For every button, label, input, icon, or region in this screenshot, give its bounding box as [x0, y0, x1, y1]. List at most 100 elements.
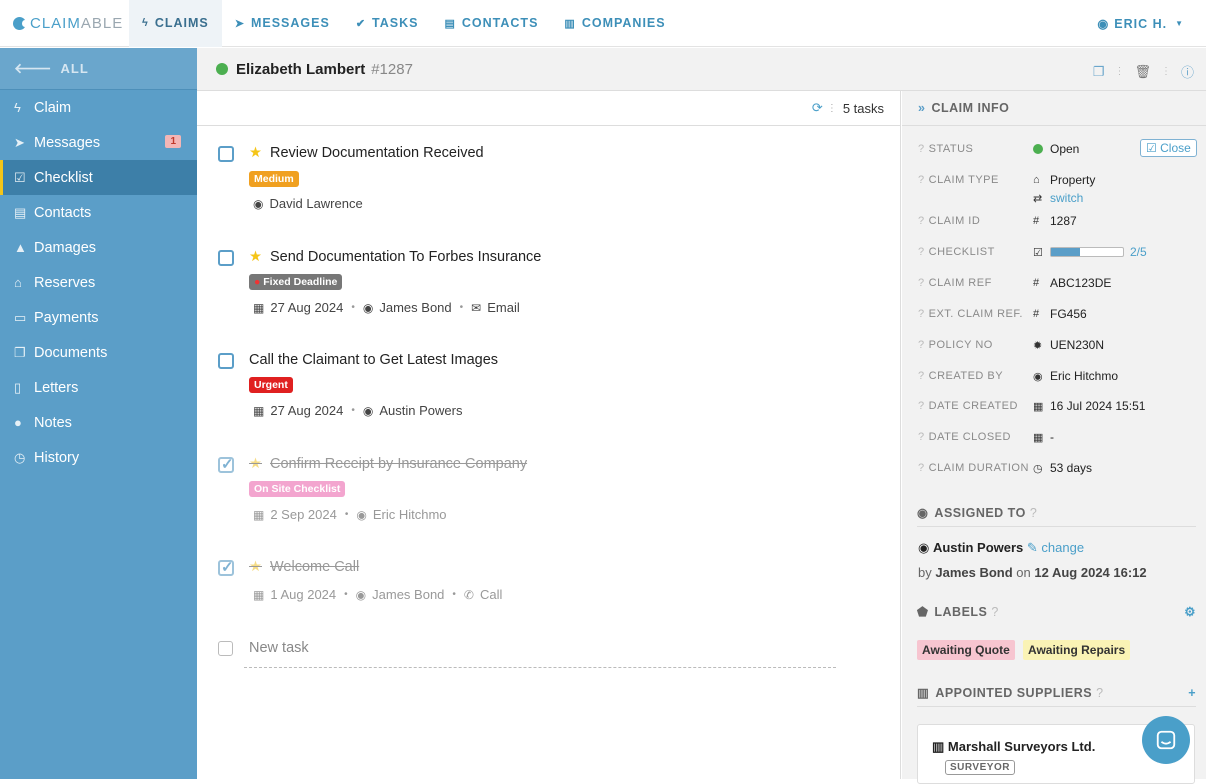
sidebar-item-reserves[interactable]: ⌂ Reserves: [0, 265, 197, 300]
nav-messages[interactable]: ➤ MESSAGES: [222, 0, 343, 47]
task-title[interactable]: ★ Review Documentation Received: [249, 145, 484, 161]
sidebar-item-contacts[interactable]: ▤ Contacts: [0, 195, 197, 230]
assigned-by-name: James Bond: [935, 565, 1013, 580]
sidebar-item-claim[interactable]: ϟ Claim: [0, 90, 197, 125]
user-menu[interactable]: ◉ ERIC H. ▼: [1097, 0, 1184, 47]
task-assignee[interactable]: Austin Powers: [379, 403, 462, 418]
change-label: change: [1041, 540, 1085, 555]
priority-tag: Medium: [249, 171, 299, 187]
task-assignee[interactable]: David Lawrence: [269, 196, 362, 211]
gear-icon[interactable]: ⚙: [1184, 604, 1196, 619]
logo[interactable]: CLAIM ABLE: [0, 0, 129, 47]
envelope-icon: ✉: [471, 300, 482, 315]
sidebar-all-link[interactable]: 🡐 ALL: [0, 48, 197, 90]
user-circle-icon: ◉: [1033, 370, 1043, 383]
star-icon[interactable]: ★: [249, 249, 262, 265]
sidebar-item-documents[interactable]: ❐ Documents: [0, 335, 197, 370]
field-label-text: POLICY NO: [928, 339, 993, 351]
hash-icon: #: [1033, 215, 1040, 227]
task-assignee[interactable]: Eric Hitchmo: [373, 507, 447, 522]
help-icon[interactable]: ?: [918, 143, 925, 155]
sidebar-item-checklist[interactable]: ☑ Checklist: [0, 160, 197, 195]
sidebar-item-label: History: [34, 449, 80, 466]
star-icon[interactable]: ★: [249, 456, 262, 472]
sidebar-item-label: Claim: [34, 99, 72, 116]
claim-id-row: ? CLAIM ID #1287: [918, 214, 1198, 228]
shuffle-icon[interactable]: ⇄: [1033, 192, 1050, 205]
nav-tasks[interactable]: ✔ TASKS: [343, 0, 432, 47]
help-icon[interactable]: ?: [918, 215, 925, 227]
checklist-progress-text[interactable]: 2/5: [1130, 245, 1147, 259]
user-name: ERIC H.: [1114, 16, 1168, 31]
new-task-input[interactable]: New task: [249, 640, 309, 656]
new-task-underline: [244, 667, 836, 668]
task-date[interactable]: 1 Aug 2024: [270, 587, 336, 602]
task-meta: ▦ 2 Sep 2024 • ◉ Eric Hitchmo: [253, 507, 447, 522]
help-icon[interactable]: ?: [918, 462, 925, 474]
nav-companies[interactable]: ▥ COMPANIES: [551, 0, 678, 47]
info-icon[interactable]: ⓘ: [1181, 62, 1194, 81]
sidebar-item-notes[interactable]: ● Notes: [0, 405, 197, 440]
task-title[interactable]: Call the Claimant to Get Latest Images: [249, 352, 498, 368]
sidebar-item-letters[interactable]: ▯ Letters: [0, 370, 197, 405]
help-icon[interactable]: ?: [918, 277, 925, 289]
star-icon[interactable]: ★: [249, 559, 262, 575]
change-assignee-link[interactable]: ✎ change: [1027, 540, 1084, 555]
refresh-icon[interactable]: ⟳: [812, 100, 823, 116]
task-date[interactable]: 27 Aug 2024: [270, 300, 343, 315]
label-chip[interactable]: Awaiting Quote: [917, 640, 1015, 660]
task-checkbox[interactable]: [218, 353, 234, 369]
task-title[interactable]: ★ Confirm Receipt by Insurance Company: [249, 456, 527, 472]
task-checkbox-checked[interactable]: [218, 558, 234, 576]
sidebar-item-messages[interactable]: ➤ Messages 1: [0, 125, 197, 160]
help-icon[interactable]: ?: [1096, 686, 1103, 700]
logo-text-bold: CLAIM: [30, 14, 81, 32]
trash-icon[interactable]: 🗑: [1134, 64, 1151, 80]
task-title[interactable]: ★ Welcome Call: [249, 559, 359, 575]
field-label: ? CREATED BY: [918, 370, 1033, 382]
nav-label: COMPANIES: [581, 16, 666, 30]
help-icon[interactable]: ?: [918, 308, 925, 320]
suppliers-title: APPOINTED SUPPLIERS: [935, 685, 1093, 700]
task-assignee[interactable]: James Bond: [379, 300, 451, 315]
help-icon[interactable]: ?: [1030, 506, 1037, 520]
help-icon[interactable]: ?: [991, 605, 998, 619]
task-checkbox-checked[interactable]: [218, 455, 234, 473]
calendar-icon: ▦: [1033, 431, 1044, 444]
file-icon: ▯: [14, 379, 22, 395]
task-checkbox[interactable]: [218, 250, 234, 266]
double-chevron-right-icon[interactable]: »: [918, 101, 925, 115]
task-title[interactable]: ★ Send Documentation To Forbes Insurance: [249, 249, 541, 265]
sidebar-item-payments[interactable]: ▭ Payments: [0, 300, 197, 335]
assigned-title: ASSIGNED TO: [934, 505, 1026, 520]
star-icon[interactable]: ★: [249, 145, 262, 161]
paper-plane-icon: ➤: [14, 134, 25, 150]
checklist-tag: On Site Checklist: [249, 481, 346, 497]
help-icon[interactable]: ?: [918, 370, 925, 382]
duplicate-icon[interactable]: ❐: [1093, 64, 1105, 80]
help-icon[interactable]: ?: [918, 431, 925, 443]
nav-claims[interactable]: ϟ CLAIMS: [129, 0, 222, 47]
task-count: 5 tasks: [842, 100, 884, 116]
task-checkbox[interactable]: [218, 146, 234, 162]
help-icon[interactable]: ?: [918, 400, 925, 412]
sidebar-item-damages[interactable]: ▲ Damages: [0, 230, 197, 265]
sidebar-item-history[interactable]: ◷ History: [0, 440, 197, 475]
label-chip[interactable]: Awaiting Repairs: [1023, 640, 1131, 660]
help-icon[interactable]: ?: [918, 174, 925, 186]
plus-icon[interactable]: +: [1188, 686, 1196, 700]
task-date[interactable]: 27 Aug 2024: [270, 403, 343, 418]
arrow-left-icon: 🡐: [14, 60, 53, 76]
calendar-icon: ▦: [253, 587, 265, 602]
task-date[interactable]: 2 Sep 2024: [270, 507, 337, 522]
help-icon[interactable]: ?: [918, 339, 925, 351]
nav-contacts[interactable]: ▤ CONTACTS: [431, 0, 551, 47]
hash-icon: #: [1033, 308, 1040, 320]
field-label: ? CHECKLIST: [918, 246, 1033, 258]
switch-claim-type-link[interactable]: switch: [1050, 191, 1083, 205]
task-assignee[interactable]: James Bond: [372, 587, 444, 602]
close-claim-button[interactable]: ☑ Close: [1140, 139, 1197, 157]
help-icon[interactable]: ?: [918, 246, 925, 258]
building-icon: ▥: [932, 739, 945, 754]
chat-launcher-button[interactable]: [1142, 716, 1190, 764]
